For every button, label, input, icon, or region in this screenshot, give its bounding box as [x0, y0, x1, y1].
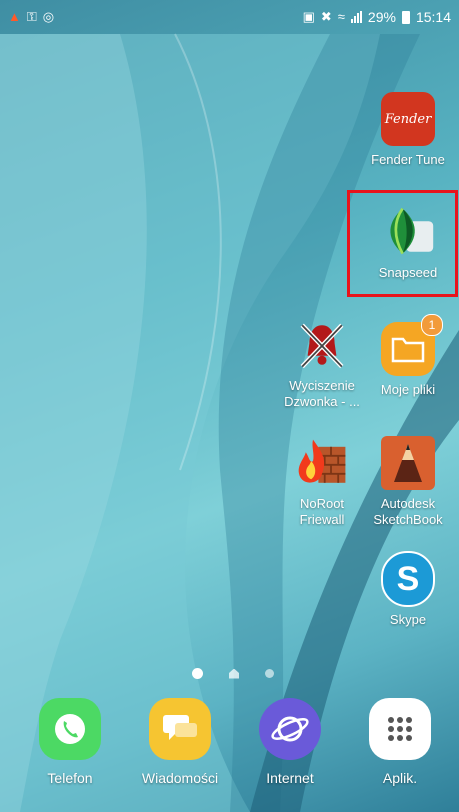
app-noroot-firewall[interactable]: NoRoot Friewall [274, 436, 370, 528]
muted-bell-icon [300, 323, 344, 369]
app-wyciszenie[interactable]: Wyciszenie Dzwonka - ... [274, 318, 370, 410]
target-icon: ◎ [42, 9, 55, 24]
highlight-box [347, 190, 458, 297]
page-dot[interactable] [265, 669, 274, 678]
app-fender-tune[interactable]: Fender Fender Tune [360, 92, 456, 168]
page-indicator[interactable] [192, 668, 274, 679]
dock-telefon[interactable]: Telefon [22, 698, 118, 786]
app-label: Fender Tune [371, 152, 445, 167]
key-icon: ⚿ [26, 9, 37, 24]
notification-badge: 1 [421, 314, 443, 336]
skype-icon: S [381, 551, 435, 607]
battery-icon [401, 10, 410, 24]
wifi-icon: ≈ [337, 9, 345, 24]
internet-icon [259, 698, 321, 760]
dock-aplikacje[interactable]: Aplik. [352, 698, 448, 786]
pencil-icon [394, 444, 422, 482]
page-dot-current[interactable] [192, 668, 203, 679]
apps-grid-icon [369, 698, 431, 760]
fender-logo-text: Fender [384, 111, 432, 127]
messages-icon [149, 698, 211, 760]
app-autodesk-sketchbook[interactable]: Autodesk SketchBook [360, 436, 456, 528]
grid-dots-icon [388, 717, 412, 741]
signal-icon [350, 11, 362, 23]
dock-label: Wiadomości [141, 770, 219, 786]
dock-label: Aplik. [382, 770, 418, 786]
home-page-icon[interactable] [229, 668, 239, 679]
app-label: Moje pliki [380, 382, 436, 397]
app-label: Autodesk SketchBook [373, 496, 443, 527]
wyciszenie-icon [295, 318, 349, 372]
dock-wiadomosci[interactable]: Wiadomości [132, 698, 228, 786]
phone-icon [39, 698, 101, 760]
alarm-icon: ▣ [302, 9, 315, 24]
app-label: Skype [389, 612, 427, 627]
fire-wall-icon [298, 439, 346, 483]
fender-tune-icon: Fender [381, 92, 435, 146]
chat-bubble-icon [163, 715, 197, 740]
app-moje-pliki[interactable]: 1 Moje pliki [360, 314, 456, 398]
app-skype[interactable]: S Skype [360, 551, 456, 628]
sketchbook-icon [381, 436, 435, 490]
my-files-icon: 1 [381, 314, 443, 376]
dock-label: Internet [266, 770, 314, 786]
planet-icon [271, 716, 309, 742]
battery-percent: 29% [367, 9, 396, 25]
skype-logo: S [381, 551, 435, 607]
home-screen: ▲ ⚿ ◎ ▣ ✖ ≈ 29% 15:14 Fender Fender Tune [0, 0, 459, 812]
status-left: ▲ ⚿ ◎ [8, 10, 54, 24]
dock-label: Telefon [47, 770, 93, 786]
status-right: ▣ ✖ ≈ 29% 15:14 [303, 9, 451, 25]
mute-icon: ✖ [320, 9, 332, 24]
status-bar: ▲ ⚿ ◎ ▣ ✖ ≈ 29% 15:14 [0, 0, 459, 34]
fire-notification-icon: ▲ [8, 9, 21, 24]
dock-internet[interactable]: Internet [242, 698, 338, 786]
app-label: Wyciszenie Dzwonka - ... [284, 378, 360, 409]
app-label: NoRoot Friewall [299, 496, 345, 527]
skype-s-glyph: S [396, 559, 420, 598]
folder-icon [391, 337, 425, 363]
clock: 15:14 [415, 9, 451, 25]
noroot-firewall-icon [295, 436, 349, 490]
phone-handset-icon [55, 714, 85, 744]
